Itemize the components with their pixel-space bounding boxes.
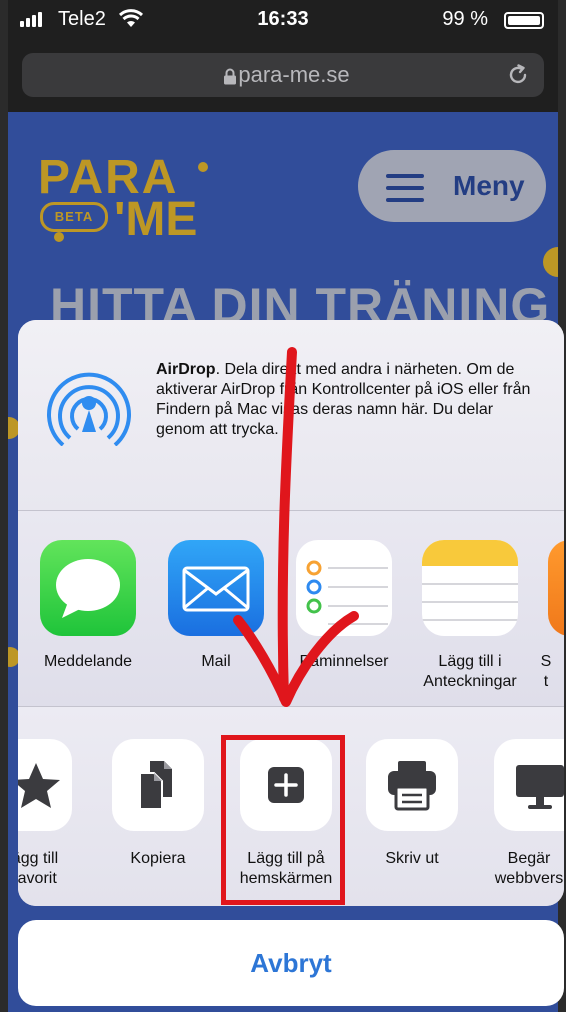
annotation-arrow <box>233 347 359 707</box>
battery-percent: 99 % <box>442 8 488 30</box>
browser-toolbar: para-me.se <box>8 40 558 112</box>
status-bar: Tele2 16:33 99 % <box>8 0 558 40</box>
address-bar[interactable]: para-me.se <box>22 53 544 97</box>
battery-icon <box>504 12 544 29</box>
reload-icon[interactable] <box>506 63 530 87</box>
cancel-button[interactable]: Avbryt <box>18 920 564 1006</box>
url-text: para-me.se <box>238 62 350 87</box>
cancel-label: Avbryt <box>250 948 332 978</box>
share-sheet: AirDrop. Dela direkt med andra i närhete… <box>18 320 564 906</box>
